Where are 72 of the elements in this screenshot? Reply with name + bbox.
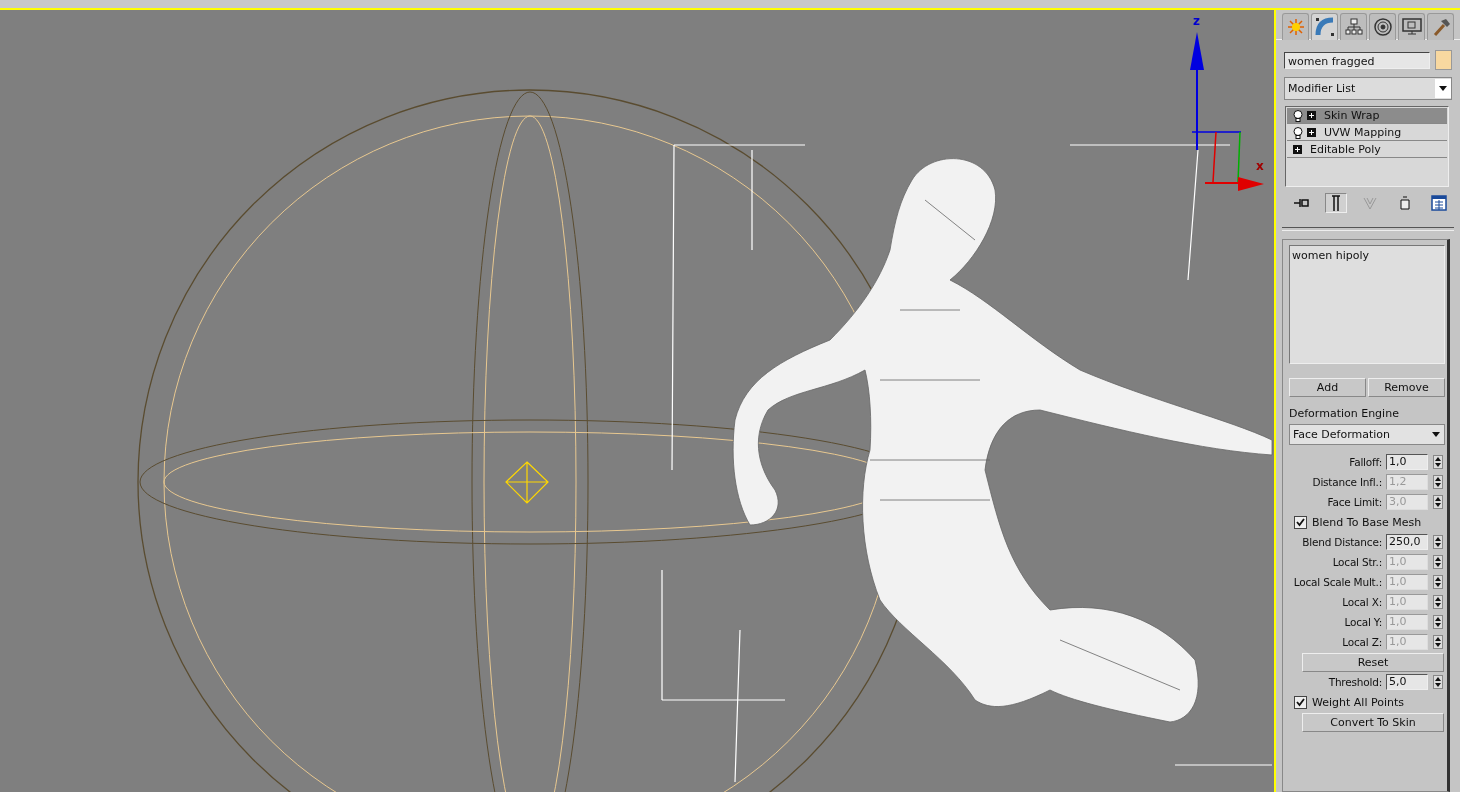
spinner-label: Threshold: [1328, 676, 1382, 688]
checkbox-label: Weight All Points [1312, 695, 1404, 709]
modifier-list-dropdown[interactable]: Modifier List [1284, 77, 1452, 100]
dropdown-arrow-icon [1439, 86, 1447, 91]
object-name-field[interactable]: women fragged [1284, 51, 1430, 69]
spinner-label: Local Str.: [1332, 556, 1382, 568]
pivot-icon [505, 461, 549, 504]
object-color-swatch[interactable] [1435, 50, 1452, 70]
grid-window-icon [1431, 195, 1447, 211]
modifier-label: UVW Mapping [1324, 126, 1402, 139]
modifier-item[interactable]: UVW Mapping [1287, 125, 1447, 141]
dropdown-text: Face Deformation [1293, 428, 1391, 441]
dropdown-arrow-icon [1432, 432, 1440, 437]
panel-button[interactable]: Convert To Skin [1302, 712, 1444, 732]
sun-icon [1286, 18, 1305, 36]
spinner-label: Local Z: [1342, 636, 1382, 648]
panel-tab[interactable] [1311, 13, 1338, 40]
spinner-arrows-icon[interactable] [1433, 675, 1443, 689]
spinner-arrows-icon[interactable] [1433, 495, 1443, 509]
spinner-label: Distance Infl.: [1312, 476, 1382, 488]
axis-label: z [1193, 14, 1200, 28]
engine-label: Deformation Engine [1289, 407, 1400, 420]
checkbox[interactable] [1294, 695, 1307, 709]
fork-icon [1363, 196, 1377, 210]
expand-plus-icon[interactable] [1307, 111, 1316, 120]
spinner-field[interactable]: 5,0 [1386, 674, 1428, 690]
expand-plus-icon[interactable] [1307, 128, 1316, 137]
panel-tab[interactable] [1398, 13, 1425, 40]
spinner-arrows-icon[interactable] [1433, 615, 1443, 629]
panel-tab[interactable] [1340, 13, 1367, 40]
target-icon [1373, 18, 1392, 36]
spinner-arrows-icon[interactable] [1433, 575, 1443, 589]
light-bulb-icon [1293, 126, 1303, 139]
spinner-label: Falloff: [1349, 456, 1382, 468]
monitor-icon [1401, 18, 1422, 36]
spinner-label: Face Limit: [1327, 496, 1382, 508]
spinner-label: Local Y: [1344, 616, 1382, 628]
spinner-field[interactable]: 1,0 [1386, 454, 1428, 470]
spinner-label: Blend Distance: [1302, 536, 1382, 548]
spinner-arrows-icon[interactable] [1433, 635, 1443, 649]
axis-label: x [1256, 159, 1264, 173]
checkbox-label: Blend To Base Mesh [1312, 515, 1422, 529]
checkbox[interactable] [1294, 515, 1307, 529]
dropdown-text: Modifier List [1288, 82, 1356, 95]
add-button[interactable]: Add [1289, 378, 1366, 397]
spinner-field[interactable]: 250,0 [1386, 534, 1428, 550]
pin-icon [1293, 197, 1309, 209]
spinner-label: Local Scale Mult.: [1293, 576, 1382, 588]
modifier-item[interactable]: Skin Wrap [1287, 108, 1447, 124]
spinner-arrows-icon[interactable] [1433, 475, 1443, 489]
modifier-item[interactable]: Editable Poly [1287, 142, 1447, 158]
expand-plus-icon[interactable] [1293, 145, 1302, 154]
stack-tool-button[interactable] [1324, 193, 1347, 213]
modifier-label: Editable Poly [1310, 143, 1381, 156]
stack-tool-button[interactable] [1428, 193, 1450, 213]
spinner-arrows-icon[interactable] [1433, 455, 1443, 469]
light-bulb-icon [1293, 109, 1303, 122]
panel-tab[interactable] [1427, 13, 1454, 40]
bin-icon [1399, 196, 1410, 210]
panel-button[interactable]: Reset [1302, 652, 1444, 672]
hierarchy-icon [1344, 18, 1363, 36]
list-item[interactable]: women hipoly [1292, 249, 1442, 262]
modifier-label: Skin Wrap [1324, 109, 1380, 122]
remove-button[interactable]: Remove [1368, 378, 1445, 397]
engine-dropdown[interactable]: Face Deformation [1289, 424, 1445, 445]
spinner-arrows-icon[interactable] [1433, 595, 1443, 609]
spinner-arrows-icon[interactable] [1433, 535, 1443, 549]
panel-tab[interactable] [1369, 13, 1396, 40]
spinner-label: Local X: [1342, 596, 1382, 608]
spinner-arrows-icon[interactable] [1433, 555, 1443, 569]
curve-icon [1314, 17, 1335, 37]
pipe-icon [1330, 195, 1341, 211]
